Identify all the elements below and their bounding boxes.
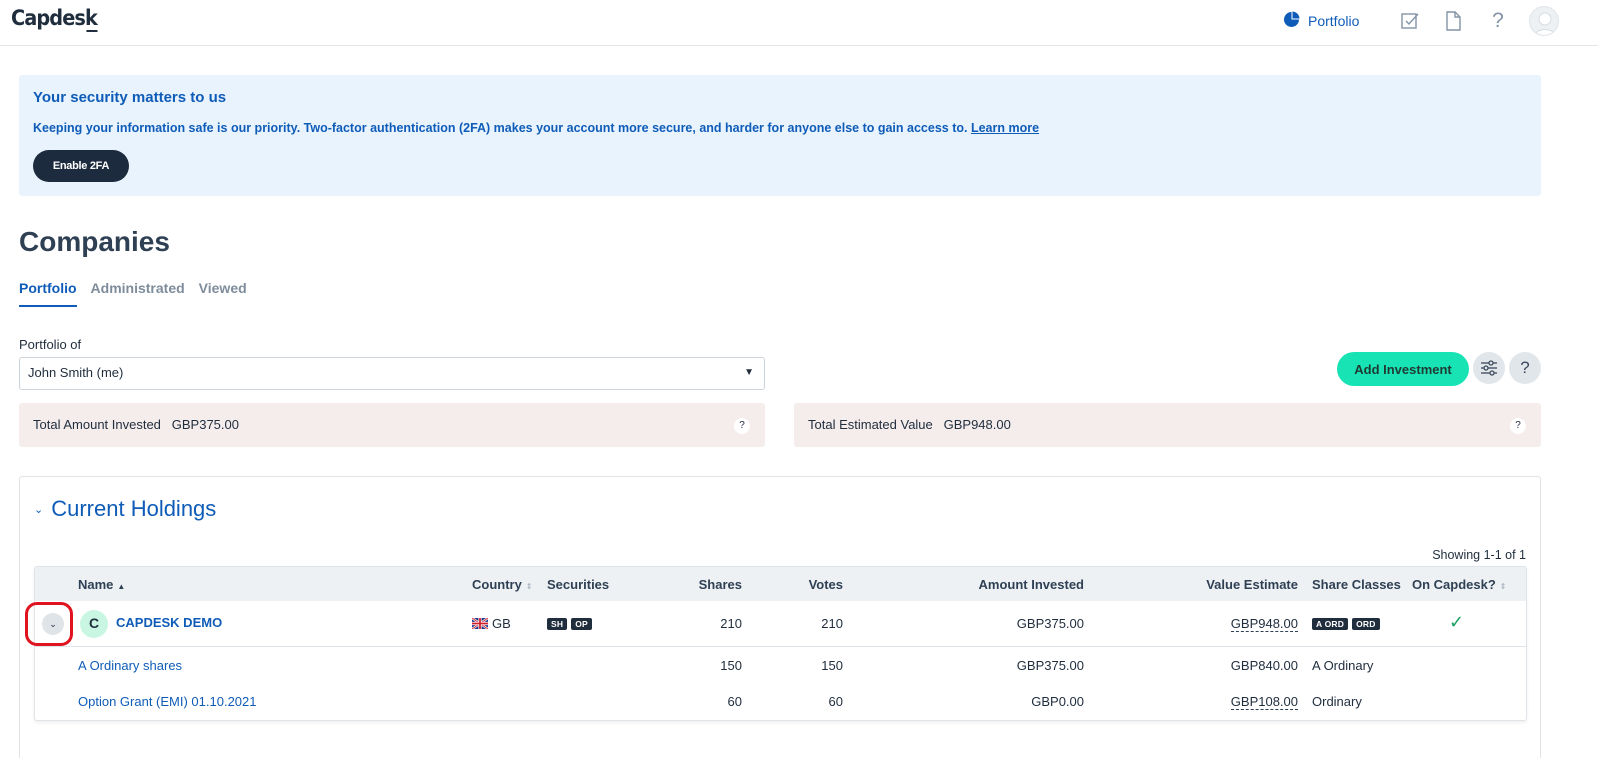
company-country: GB	[472, 616, 511, 631]
companies-tabs: Portfolio Administrated Viewed	[19, 280, 247, 307]
total-invested-value: GBP375.00	[171, 417, 239, 432]
user-avatar-icon[interactable]	[1529, 6, 1559, 36]
tab-administrated[interactable]: Administrated	[91, 280, 185, 307]
on-capdesk-check-icon: ✓	[1449, 612, 1465, 632]
banner-message: Keeping your information safe is our pri…	[33, 121, 968, 135]
col-country-label: Country	[472, 577, 522, 592]
total-invested-text: Total Amount Invested GBP375.00	[33, 417, 239, 432]
holding-value-estimate: GBP840.00	[1230, 658, 1298, 673]
col-on-capdesk-label: On Capdesk?	[1412, 577, 1496, 592]
capdesk-logo[interactable]: Capdesk	[11, 6, 99, 32]
share-class-tag-a-ord: A ORD	[1312, 618, 1349, 630]
highlight-annotation	[25, 602, 73, 646]
current-holdings-title: Current Holdings	[51, 496, 217, 521]
company-shares: 210	[720, 616, 742, 631]
securities-tags: SH OP	[547, 615, 596, 630]
holding-share-class: A Ordinary	[1312, 658, 1374, 673]
showing-count: Showing 1-1 of 1	[1432, 548, 1526, 562]
tab-portfolio[interactable]: Portfolio	[19, 280, 77, 307]
col-country[interactable]: Country ⇕	[472, 577, 533, 592]
col-votes: Votes	[808, 577, 843, 592]
add-investment-button[interactable]: Add Investment	[1337, 352, 1469, 386]
top-navigation-bar: Capdesk Portfolio ?	[0, 0, 1598, 46]
banner-text: Keeping your information safe is our pri…	[33, 121, 1039, 135]
holding-name-link[interactable]: A Ordinary shares	[78, 658, 182, 673]
table-row[interactable]: ⌄ C CAPDESK DEMO GB SH OP 210 210 GBP375.…	[35, 601, 1526, 647]
company-value-estimate-value: GBP948.00	[1230, 616, 1298, 632]
holding-name-link[interactable]: Option Grant (EMI) 01.10.2021	[78, 694, 256, 709]
company-amount-invested: GBP375.00	[1016, 616, 1084, 631]
sort-icon: ⇕	[1499, 582, 1507, 591]
table-row[interactable]: Option Grant (EMI) 01.10.2021 60 60 GBP0…	[35, 684, 1526, 720]
help-button-icon[interactable]: ?	[1509, 352, 1541, 384]
nav-portfolio-link[interactable]: Portfolio	[1283, 10, 1359, 32]
col-on-capdesk[interactable]: On Capdesk? ⇕	[1412, 577, 1507, 592]
col-shares: Shares	[698, 577, 742, 592]
current-holdings-toggle[interactable]: ⌄ Current Holdings	[34, 496, 216, 522]
col-securities: Securities	[547, 577, 610, 592]
holdings-table: Name ▲ Country ⇕ Securities Shares Votes A…	[34, 566, 1527, 721]
holding-shares: 150	[720, 658, 742, 673]
col-amount-invested: Amount Invested	[978, 577, 1084, 592]
holding-value-estimate[interactable]: GBP108.00	[1230, 694, 1298, 710]
invested-help-icon[interactable]: ?	[734, 418, 750, 434]
col-value-estimate: Value Estimate	[1206, 577, 1298, 592]
page-title: Companies	[19, 226, 170, 257]
company-logo: C	[80, 610, 108, 638]
sliders-icon[interactable]	[1473, 352, 1505, 384]
learn-more-link[interactable]: Learn more	[971, 121, 1039, 135]
security-banner: Your security matters to us Keeping your…	[19, 75, 1541, 196]
country-code: GB	[492, 616, 511, 631]
current-holdings-panel: ⌄ Current Holdings Showing 1-1 of 1 Name…	[19, 476, 1541, 758]
table-row[interactable]: A Ordinary shares 150 150 GBP375.00 GBP8…	[35, 647, 1526, 684]
portfolio-of-select[interactable]: John Smith (me) ▼	[19, 357, 765, 390]
holding-value-estimate-value: GBP108.00	[1230, 694, 1298, 710]
total-invested-label: Total Amount Invested	[33, 417, 161, 432]
estimated-help-icon[interactable]: ?	[1510, 418, 1526, 434]
company-name-link[interactable]: CAPDESK DEMO	[116, 615, 222, 630]
portfolio-of-value: John Smith (me)	[28, 365, 124, 380]
holding-votes: 60	[828, 694, 843, 709]
holding-votes: 150	[821, 658, 843, 673]
enable-2fa-button[interactable]: Enable 2FA	[33, 150, 129, 182]
uk-flag-icon	[472, 618, 488, 629]
table-header: Name ▲ Country ⇕ Securities Shares Votes A…	[35, 567, 1526, 601]
security-tag-sh: SH	[547, 618, 568, 630]
share-class-tags: A ORD ORD	[1312, 615, 1384, 630]
col-name[interactable]: Name ▲	[78, 577, 125, 592]
company-votes: 210	[821, 616, 843, 631]
document-icon[interactable]	[1441, 9, 1465, 33]
total-estimated-card: Total Estimated Value GBP948.00 ?	[794, 403, 1541, 447]
total-estimated-text: Total Estimated Value GBP948.00	[808, 417, 1011, 432]
nav-portfolio-label: Portfolio	[1308, 13, 1360, 29]
sort-icon: ⇕	[525, 582, 533, 591]
holding-amount-invested: GBP0.00	[1031, 694, 1084, 709]
col-share-classes: Share Classes	[1312, 577, 1401, 592]
portfolio-pie-icon	[1283, 11, 1300, 31]
holding-amount-invested: GBP375.00	[1016, 658, 1084, 673]
holding-shares: 60	[727, 694, 742, 709]
total-estimated-label: Total Estimated Value	[808, 417, 933, 432]
holding-share-class: Ordinary	[1312, 694, 1362, 709]
chevron-down-icon: ⌄	[34, 503, 44, 516]
help-icon[interactable]: ?	[1486, 9, 1510, 33]
share-class-tag-ord: ORD	[1352, 618, 1380, 630]
tab-viewed[interactable]: Viewed	[199, 280, 247, 307]
total-estimated-value: GBP948.00	[943, 417, 1011, 432]
tasks-check-icon[interactable]	[1398, 9, 1422, 33]
caret-down-icon: ▼	[744, 367, 754, 378]
portfolio-of-label: Portfolio of	[19, 337, 82, 352]
security-tag-op: OP	[571, 618, 592, 630]
company-value-estimate[interactable]: GBP948.00	[1230, 616, 1298, 632]
col-name-label: Name	[78, 577, 114, 592]
banner-title: Your security matters to us	[33, 89, 227, 106]
sort-asc-icon: ▲	[117, 582, 126, 591]
total-invested-card: Total Amount Invested GBP375.00 ?	[19, 403, 765, 447]
